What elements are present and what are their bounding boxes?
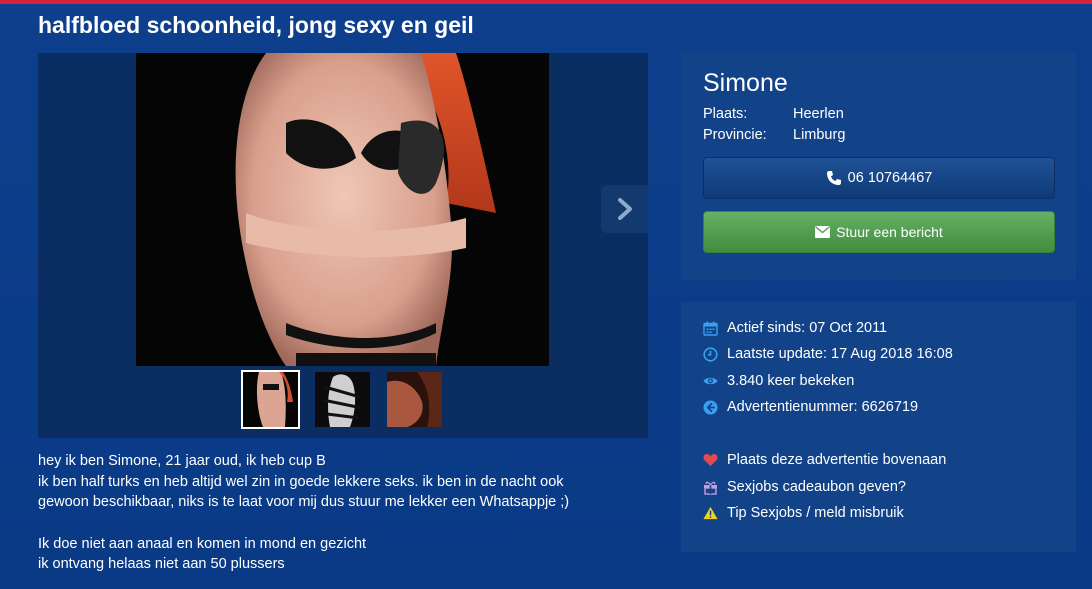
phone-icon: [826, 171, 841, 185]
contact-card: Simone Plaats: Heerlen Provincie: Limburg …: [681, 53, 1076, 280]
thumbnail-strip: [241, 370, 442, 429]
ad-number-row: Advertentienummer: 6626719: [703, 399, 918, 415]
phone-button[interactable]: 06 10764467: [703, 157, 1055, 199]
heart-icon: [703, 453, 718, 468]
active-since-text: Actief sinds: 07 Oct 2011: [727, 320, 888, 336]
stats-card: Actief sinds: 07 Oct 2011 Laatste update…: [681, 302, 1076, 552]
next-photo-button[interactable]: [601, 185, 648, 233]
gift-icon: [703, 480, 718, 495]
gift-voucher-link[interactable]: Sexjobs cadeaubon geven?: [703, 479, 906, 495]
clock-icon: [703, 346, 718, 362]
place-label: Plaats:: [703, 106, 748, 122]
description-line: gewoon beschikbaar, niks is te laat voor…: [38, 494, 570, 510]
province-label: Provincie:: [703, 127, 767, 143]
phone-number: 06 10764467: [847, 170, 933, 186]
gift-voucher-label: Sexjobs cadeaubon geven?: [727, 479, 906, 495]
send-message-label: Stuur een bericht: [836, 224, 943, 240]
send-message-button[interactable]: Stuur een bericht: [703, 211, 1055, 253]
chevron-right-icon: [617, 198, 632, 220]
description-line: ik ontvang helaas niet aan 50 plussers: [38, 556, 285, 572]
thumbnail-2-image: [315, 372, 370, 427]
thumbnail-3-image: [387, 372, 442, 427]
place-value: Heerlen: [793, 106, 844, 122]
province-value: Limburg: [793, 127, 846, 143]
thumbnail-3[interactable]: [387, 372, 442, 427]
views-text: 3.840 keer bekeken: [727, 373, 855, 389]
thumbnail-1[interactable]: [241, 370, 300, 429]
ad-description: hey ik ben Simone, 21 jaar oud, ik heb c…: [38, 451, 648, 575]
calendar-icon: [703, 321, 718, 336]
eye-icon: [703, 374, 718, 389]
province-row: Provincie: Limburg: [703, 127, 845, 143]
report-abuse-link[interactable]: Tip Sexjobs / meld misbruik: [703, 505, 904, 521]
bump-ad-label: Plaats deze advertentie bovenaan: [727, 452, 947, 468]
thumbnail-1-image: [243, 372, 298, 427]
thumbnail-2[interactable]: [315, 372, 370, 427]
last-update-text: Laatste update: 17 Aug 2018 16:08: [727, 346, 953, 362]
report-abuse-label: Tip Sexjobs / meld misbruik: [727, 505, 904, 521]
bump-ad-link[interactable]: Plaats deze advertentie bovenaan: [703, 452, 946, 468]
last-update-row: Laatste update: 17 Aug 2018 16:08: [703, 346, 953, 362]
ad-number-text: Advertentienummer: 6626719: [727, 399, 919, 415]
views-row: 3.840 keer bekeken: [703, 373, 854, 389]
envelope-icon: [815, 226, 831, 238]
description-line: Ik doe niet aan anaal en komen in mond e…: [38, 535, 367, 552]
main-photo[interactable]: [136, 53, 549, 366]
description-line: hey ik ben Simone, 21 jaar oud, ik heb c…: [38, 453, 326, 469]
arrow-left-circle-icon: [703, 400, 718, 415]
place-row: Plaats: Heerlen: [703, 106, 844, 122]
photo-gallery: [38, 53, 648, 438]
active-since-row: Actief sinds: 07 Oct 2011: [703, 320, 887, 336]
top-accent-line: [0, 0, 1092, 4]
warning-icon: [703, 506, 718, 521]
profile-name: Simone: [703, 69, 788, 97]
ad-title: halfbloed schoonheid, jong sexy en geil: [38, 12, 474, 38]
main-photo-image: [136, 53, 549, 366]
description-line: ik ben half turks en heb altijd wel zin …: [38, 473, 564, 490]
